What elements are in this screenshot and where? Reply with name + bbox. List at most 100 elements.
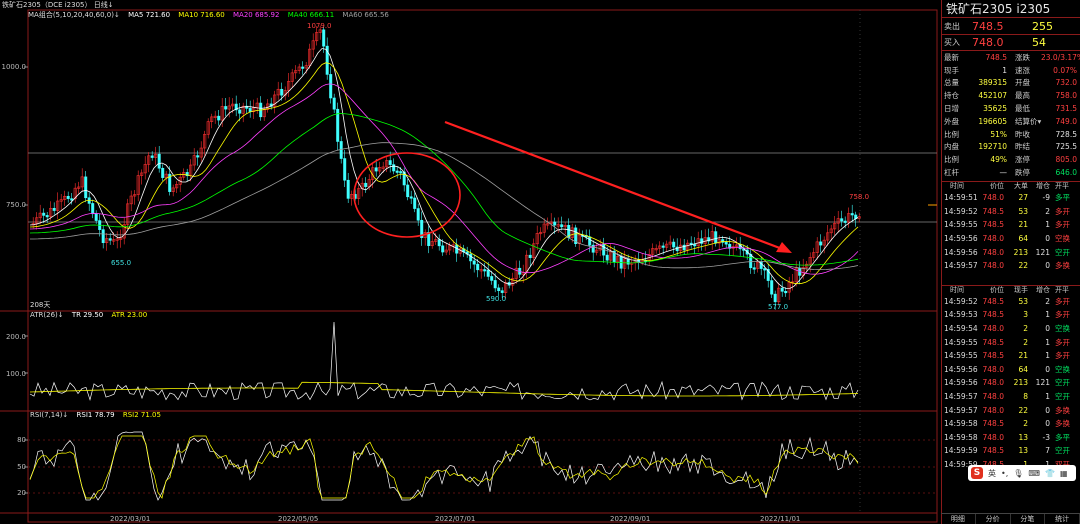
candle [329, 74, 333, 99]
quote-value-2: 725.5 [1055, 142, 1077, 152]
tick-oi-change: 1 [1045, 310, 1050, 320]
tick-row[interactable]: 14:59:56 748.0 64 0 空换 [942, 363, 1080, 377]
big-order-list[interactable]: 14:59:51 748.0 27 -9 多平 14:59:52 748.5 53 2 多开 14:… [942, 191, 1080, 273]
ma-legend-label[interactable]: MA组合(5,10,20,40,60,0)↓ [28, 11, 120, 19]
tick-volume: 2 [1023, 337, 1028, 347]
kline-chart[interactable] [0, 0, 940, 524]
bid-price: 748.0 [972, 36, 1004, 49]
quote-key-2: 昨结 [1015, 142, 1030, 152]
keyboard-icon[interactable]: ⌨ [1028, 469, 1040, 478]
ma60-value: MA60 665.56 [342, 11, 389, 19]
ma5-line [29, 48, 859, 289]
tick-type: 多开 [1055, 351, 1070, 361]
quote-value: 51% [990, 129, 1007, 139]
tick-type: 空开 [1055, 378, 1070, 388]
tick-row[interactable]: 14:59:58 748.0 13 -3 多平 [942, 430, 1080, 444]
tick-time: 14:59:56 [944, 247, 978, 257]
col-type: 开平 [1055, 286, 1069, 295]
tick-type: 多换 [1055, 419, 1070, 429]
tick-price: 748.0 [982, 193, 1004, 203]
tick-volume: 22 [1018, 405, 1028, 415]
tick-row[interactable]: 14:59:53 748.5 3 1 多开 [942, 308, 1080, 322]
candle [409, 196, 413, 199]
tick-type: 空开 [1055, 446, 1070, 456]
tab-price[interactable]: 分价 [976, 514, 1011, 524]
tick-row[interactable]: 14:59:52 748.5 53 2 多开 [942, 205, 1080, 219]
quote-key: 持仓 [944, 91, 959, 101]
quote-value: 389315 [978, 78, 1007, 88]
bid-row[interactable]: 买入 748.0 54 [942, 34, 1080, 50]
tick-row[interactable]: 14:59:55 748.5 21 1 多开 [942, 349, 1080, 363]
quote-value: — [999, 168, 1008, 178]
ticks-header-2: 时间 价位 现手 增仓 开平 [942, 284, 1080, 295]
quote-value: 196605 [978, 116, 1007, 126]
date-tick: 2022/03/01 [110, 515, 151, 523]
tick-type: 空开 [1055, 247, 1070, 257]
tick-row[interactable]: 14:59:56 748.0 213 121 空开 [942, 376, 1080, 390]
candle [343, 158, 347, 181]
tick-row[interactable]: 14:59:56 748.0 64 0 空换 [942, 232, 1080, 246]
candle [752, 267, 756, 270]
quote-row: 比例 49% 涨停 805.0 [942, 153, 1080, 166]
quote-row: 现手 1 速涨 0.07% [942, 64, 1080, 77]
tick-type: 多换 [1055, 261, 1070, 271]
candle [441, 245, 445, 253]
tick-row[interactable]: 14:59:57 748.0 8 1 空开 [942, 390, 1080, 404]
ma10-value: MA10 716.60 [178, 11, 225, 19]
tick-row[interactable]: 14:59:52 748.5 53 2 多开 [942, 295, 1080, 309]
tab-tick[interactable]: 分笔 [1011, 514, 1046, 524]
candle [819, 241, 823, 246]
tick-row[interactable]: 14:59:51 748.0 27 -9 多平 [942, 191, 1080, 205]
bid-label: 买入 [944, 38, 960, 47]
candle [497, 287, 501, 291]
tick-type: 多开 [1055, 296, 1070, 306]
apps-icon[interactable]: ▦ [1060, 469, 1068, 478]
tick-time: 14:59:55 [944, 351, 978, 361]
quote-key-2: 涨停 [1015, 155, 1030, 165]
tick-row[interactable]: 14:59:57 748.0 22 0 多换 [942, 259, 1080, 273]
tick-time: 14:59:57 [944, 391, 978, 401]
mic-icon[interactable]: 🎙 [1013, 469, 1023, 478]
rsi-label[interactable]: RSI(7,14)↓ [30, 411, 68, 419]
tick-detail-list[interactable]: 14:59:52 748.5 53 2 多开 14:59:53 748.5 3 1 多开 14:59… [942, 295, 1080, 472]
tick-oi-change: 0 [1045, 261, 1050, 271]
quote-value-2: 646.0 [1055, 168, 1077, 178]
tick-price: 748.5 [982, 351, 1004, 361]
tick-price: 748.0 [982, 405, 1004, 415]
quote-title: 铁矿石2305 i2305 [942, 0, 1080, 18]
tick-row[interactable]: 14:59:58 748.5 2 0 多换 [942, 417, 1080, 431]
tick-row[interactable]: 14:59:59 748.5 13 7 空开 [942, 444, 1080, 458]
ime-lang-label[interactable]: 英 [988, 468, 996, 479]
punct-icon[interactable]: •, [1001, 469, 1008, 478]
tick-type: 多开 [1055, 310, 1070, 320]
candle [472, 260, 476, 265]
tick-oi-change: 121 [1035, 378, 1050, 388]
quote-key: 比例 [944, 129, 959, 139]
tab-detail[interactable]: 明细 [941, 514, 976, 524]
tick-row[interactable]: 14:59:54 748.0 2 0 空换 [942, 322, 1080, 336]
tick-time: 14:59:56 [944, 234, 978, 244]
tick-row[interactable]: 14:59:56 748.0 213 121 空开 [942, 245, 1080, 259]
tab-stats[interactable]: 统计 [1045, 514, 1080, 524]
ask-row[interactable]: 卖出 748.5 255 [942, 18, 1080, 34]
ime-toolbar[interactable]: S 英 •, 🎙 ⌨ 👕 ▦ [968, 465, 1076, 481]
tick-row[interactable]: 14:59:55 748.5 2 1 多开 [942, 335, 1080, 349]
quote-key-2: 速涨 [1015, 65, 1030, 75]
candle [528, 254, 532, 258]
candle [52, 207, 56, 211]
tick-oi-change: 0 [1045, 364, 1050, 374]
candle [84, 176, 88, 199]
quote-key-2: 涨跌 [1015, 52, 1030, 62]
tick-row[interactable]: 14:59:57 748.0 22 0 多换 [942, 403, 1080, 417]
shirt-icon[interactable]: 👕 [1045, 469, 1055, 478]
quote-value-2: 0.07% [1053, 65, 1077, 75]
col-vol: 现手 [1014, 286, 1028, 295]
quote-row: 日增 35625 最低 731.5 [942, 102, 1080, 115]
tick-row[interactable]: 14:59:55 748.5 21 1 多开 [942, 218, 1080, 232]
tick-type: 空换 [1055, 324, 1070, 334]
tick-volume: 21 [1018, 220, 1028, 230]
atr-label[interactable]: ATR(26)↓ [30, 311, 64, 319]
candle [248, 108, 252, 112]
quote-key: 外盘 [944, 116, 959, 126]
low-annotation-3: 577.0 [768, 303, 789, 311]
